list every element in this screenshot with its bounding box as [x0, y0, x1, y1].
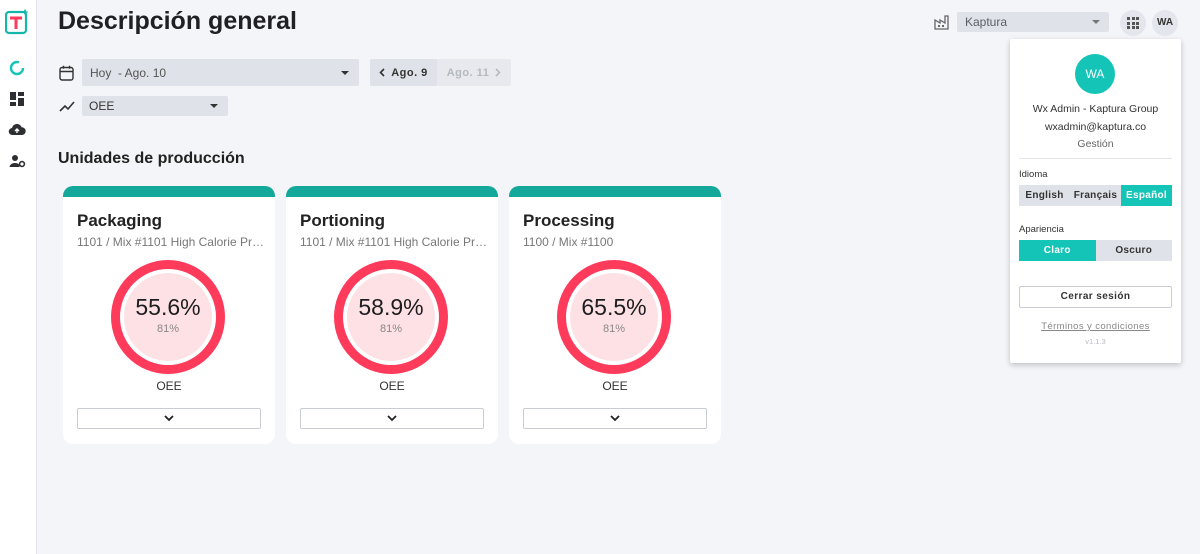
- chevron-down-icon: [610, 415, 620, 422]
- factory-icon: [934, 15, 949, 30]
- language-option-espanol[interactable]: Español: [1121, 185, 1172, 206]
- production-unit-card[interactable]: Portioning 1101 / Mix #1101 High Calorie…: [286, 186, 498, 444]
- divider: [1019, 158, 1172, 159]
- theme-option-light[interactable]: Claro: [1019, 240, 1096, 261]
- card-header-bar: [63, 186, 275, 197]
- app-logo[interactable]: [5, 9, 31, 35]
- oee-gauge: 58.9% 81%: [334, 260, 448, 374]
- gauge-value: 58.9%: [358, 294, 424, 320]
- card-header-bar: [286, 186, 498, 197]
- next-date-button[interactable]: Ago. 11: [437, 59, 511, 86]
- apps-grid-icon: [1127, 17, 1139, 29]
- metric-select[interactable]: OEE: [82, 96, 228, 116]
- logout-button[interactable]: Cerrar sesión: [1019, 286, 1172, 308]
- apps-button[interactable]: [1120, 10, 1146, 36]
- language-selector: English Français Español: [1019, 185, 1172, 206]
- sidebar: [0, 0, 37, 554]
- app-version: v1.1.3: [1085, 337, 1106, 346]
- card-subtitle: 1100 / Mix #1100: [523, 235, 614, 249]
- gauge-value: 65.5%: [581, 294, 647, 320]
- metric-label: OEE: [379, 379, 405, 393]
- card-subtitle: 1101 / Mix #1101 High Calorie Protein: [77, 235, 265, 249]
- chevron-right-icon: [495, 68, 501, 77]
- user-email: wxadmin@kaptura.co: [1044, 121, 1147, 133]
- user-avatar: WA: [1075, 54, 1115, 94]
- user-role: Gestión: [1077, 138, 1114, 150]
- expand-button[interactable]: [77, 408, 261, 429]
- section-title: Unidades de producción: [58, 150, 245, 167]
- chevron-left-icon: [379, 68, 385, 77]
- chevron-down-icon: [210, 104, 218, 108]
- cloud-upload-icon[interactable]: [8, 121, 26, 139]
- metric-select-value: OEE: [89, 99, 115, 113]
- card-title: Processing: [523, 211, 615, 230]
- previous-date-button[interactable]: Ago. 9: [370, 59, 437, 86]
- expand-button[interactable]: [523, 408, 707, 429]
- page-title: Descripción general: [58, 7, 297, 35]
- next-date-label: Ago. 11: [446, 66, 490, 79]
- language-option-english[interactable]: English: [1019, 185, 1070, 206]
- previous-date-label: Ago. 9: [391, 66, 428, 79]
- dashboard-icon[interactable]: [8, 90, 26, 108]
- date-range-select[interactable]: Hoy - Ago. 10: [82, 59, 359, 86]
- user-settings-icon[interactable]: [8, 152, 26, 170]
- trending-icon: [59, 101, 75, 112]
- card-header-bar: [509, 186, 721, 197]
- language-label: Idioma: [1019, 169, 1048, 180]
- appearance-label: Apariencia: [1019, 224, 1064, 235]
- card-subtitle: 1101 / Mix #1101 High Calorie Protein: [300, 235, 488, 249]
- terms-link[interactable]: Términos y condiciones: [1010, 321, 1181, 332]
- chevron-down-icon: [164, 415, 174, 422]
- oee-gauge: 55.6% 81%: [111, 260, 225, 374]
- user-menu-dropdown: WA Wx Admin - Kaptura Group wxadmin@kapt…: [1010, 39, 1181, 363]
- card-title: Packaging: [77, 211, 163, 230]
- user-avatar-button[interactable]: WA: [1152, 10, 1178, 36]
- loading-ring-icon[interactable]: [8, 59, 26, 77]
- card-title: Portioning: [300, 211, 385, 230]
- metric-label: OEE: [156, 379, 182, 393]
- chevron-down-icon: [387, 415, 397, 422]
- production-unit-card[interactable]: Processing 1100 / Mix #1100 65.5% 81% OE…: [509, 186, 721, 444]
- company-select[interactable]: Kaptura: [957, 12, 1109, 32]
- language-option-francais[interactable]: Français: [1070, 185, 1121, 206]
- gauge-target: 81%: [379, 323, 403, 335]
- production-unit-card[interactable]: Packaging 1101 / Mix #1101 High Calorie …: [63, 186, 275, 444]
- chevron-down-icon: [341, 71, 349, 75]
- metric-label: OEE: [602, 379, 628, 393]
- user-name: Wx Admin - Kaptura Group: [1032, 103, 1159, 115]
- date-range-value: Hoy - Ago. 10: [90, 66, 167, 80]
- oee-gauge: 65.5% 81%: [557, 260, 671, 374]
- gauge-value: 55.6%: [135, 294, 201, 320]
- theme-selector: Claro Oscuro: [1019, 240, 1172, 261]
- gauge-target: 81%: [156, 323, 180, 335]
- expand-button[interactable]: [300, 408, 484, 429]
- calendar-icon: [59, 65, 74, 81]
- company-select-value: Kaptura: [965, 15, 1008, 29]
- date-navigation: Ago. 9 Ago. 11: [370, 59, 511, 86]
- theme-option-dark[interactable]: Oscuro: [1096, 240, 1173, 261]
- chevron-down-icon: [1092, 20, 1100, 24]
- gauge-target: 81%: [602, 323, 626, 335]
